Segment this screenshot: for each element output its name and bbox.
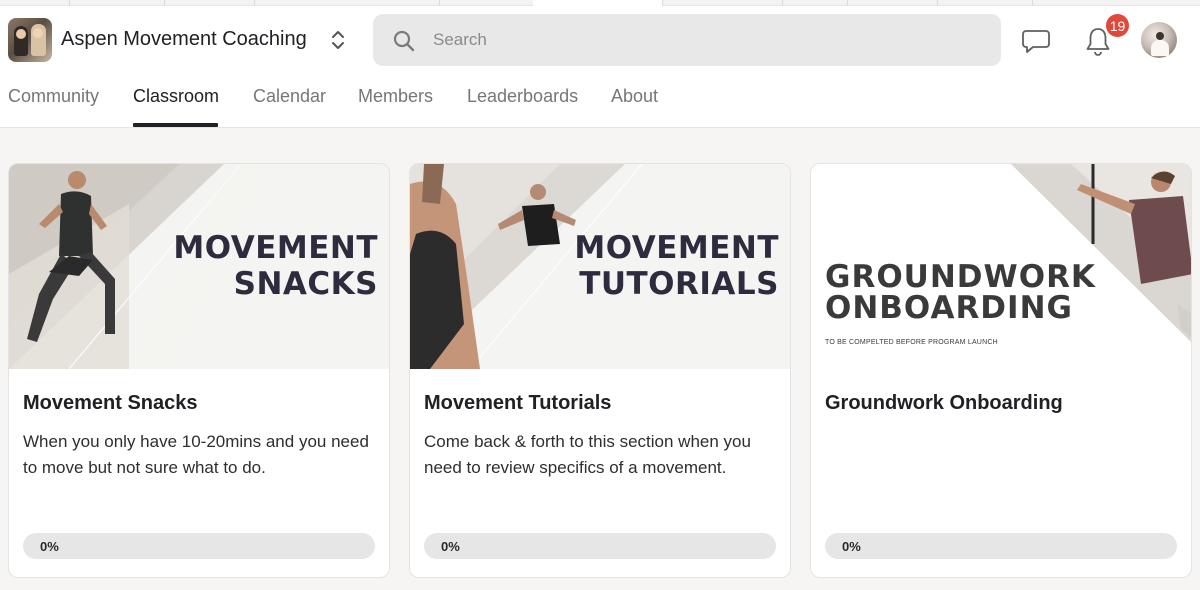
- nav-tabs: Community Classroom Calendar Members Lea…: [0, 78, 1200, 128]
- tab-calendar[interactable]: Calendar: [253, 86, 326, 107]
- course-banner: MOVEMENT SNACKS: [9, 164, 389, 369]
- banner-line: ONBOARDING: [825, 290, 1073, 326]
- course-banner: MOVEMENT TUTORIALS: [410, 164, 790, 369]
- course-description: Come back & forth to this section when y…: [424, 432, 751, 477]
- course-banner: GROUNDWORK ONBOARDING TO BE COMPELTED BE…: [811, 164, 1191, 369]
- active-tab-indicator: [133, 123, 218, 127]
- course-card-movement-snacks[interactable]: MOVEMENT SNACKS Movement Snacks When you…: [8, 163, 390, 578]
- search-box[interactable]: [373, 14, 1001, 66]
- tab-about[interactable]: About: [611, 86, 658, 107]
- course-title: Movement Tutorials: [424, 392, 612, 414]
- user-avatar[interactable]: [1141, 22, 1177, 58]
- banner-subtext: TO BE COMPELTED BEFORE PROGRAM LAUNCH: [825, 339, 998, 346]
- banner-line: SNACKS: [233, 266, 378, 302]
- course-progress-bar: 0%: [825, 533, 1177, 559]
- tab-leaderboards[interactable]: Leaderboards: [467, 86, 578, 107]
- chat-button[interactable]: [1020, 26, 1052, 56]
- banner-title: GROUNDWORK ONBOARDING: [825, 262, 1096, 324]
- progress-label: 0%: [842, 539, 861, 554]
- tab-community[interactable]: Community: [8, 86, 99, 107]
- banner-line: GROUNDWORK: [825, 259, 1096, 295]
- search-icon: [393, 30, 415, 52]
- course-description: When you only have 10-20mins and you nee…: [23, 432, 369, 477]
- course-card-movement-tutorials[interactable]: MOVEMENT TUTORIALS Movement Tutorials Co…: [409, 163, 791, 578]
- course-progress-bar: 0%: [424, 533, 776, 559]
- course-title: Groundwork Onboarding: [825, 392, 1063, 414]
- group-logo[interactable]: [8, 18, 52, 62]
- banner-title: MOVEMENT SNACKS: [173, 230, 378, 302]
- course-title: Movement Snacks: [23, 392, 198, 414]
- progress-label: 0%: [441, 539, 460, 554]
- course-card-groundwork-onboarding[interactable]: GROUNDWORK ONBOARDING TO BE COMPELTED BE…: [810, 163, 1192, 578]
- avatar-head: [1156, 32, 1164, 40]
- progress-label: 0%: [40, 539, 59, 554]
- search-input[interactable]: [433, 14, 983, 66]
- tab-classroom[interactable]: Classroom: [133, 86, 219, 107]
- chevron-up-down-icon: [332, 31, 344, 49]
- notification-count-badge: 19: [1104, 12, 1131, 39]
- avatar-figure: [1151, 40, 1169, 56]
- logo-face: [33, 28, 43, 38]
- logo-face: [16, 29, 26, 39]
- tab-members[interactable]: Members: [358, 86, 433, 107]
- banner-line: MOVEMENT: [574, 230, 779, 266]
- chat-icon: [1022, 30, 1050, 53]
- course-progress-bar: 0%: [23, 533, 375, 559]
- banner-line: MOVEMENT: [173, 230, 378, 266]
- group-switcher-button[interactable]: [326, 24, 350, 56]
- group-name[interactable]: Aspen Movement Coaching: [61, 28, 307, 51]
- banner-title: MOVEMENT TUTORIALS: [574, 230, 779, 302]
- app-header: Aspen Movement Coaching 19 Community Cla…: [0, 6, 1200, 128]
- banner-line: TUTORIALS: [579, 266, 779, 302]
